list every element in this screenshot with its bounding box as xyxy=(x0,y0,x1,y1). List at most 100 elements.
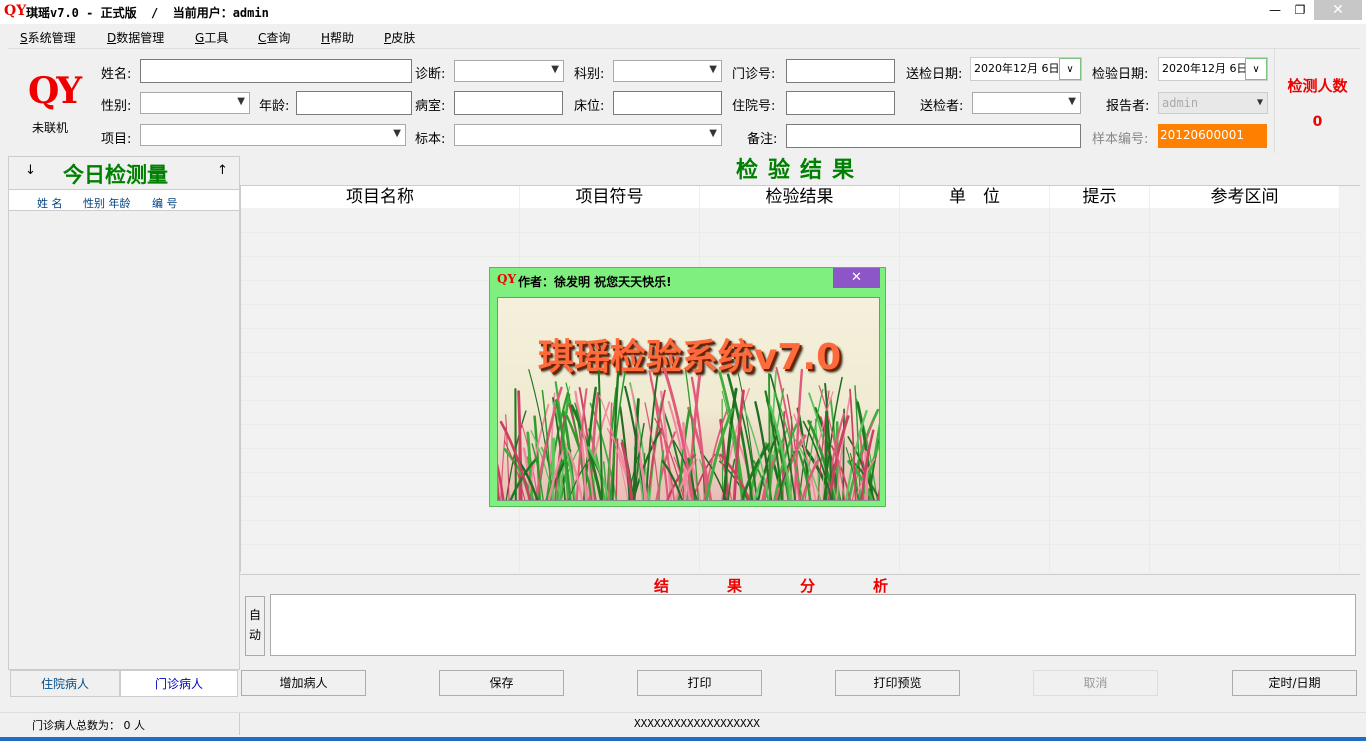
chevron-down-icon: ▼ xyxy=(709,128,717,139)
save-button[interactable]: 保存 xyxy=(439,670,564,696)
grass-blade xyxy=(721,398,724,500)
sender-label: 送检者: xyxy=(920,99,964,114)
menu-accelerator: S xyxy=(20,31,28,45)
col-unit[interactable]: 单 位 xyxy=(900,186,1050,208)
analysis-title: 结果分析 xyxy=(653,577,946,595)
reporter-select[interactable]: admin ▼ xyxy=(1158,92,1268,114)
app-logo-icon: QY xyxy=(4,3,27,19)
print-preview-button[interactable]: 打印预览 xyxy=(835,670,960,696)
dialog-logo-icon: QY xyxy=(497,272,517,286)
inpatient-no-label: 住院号: xyxy=(732,99,776,114)
col-reference-range[interactable]: 参考区间 xyxy=(1150,186,1340,208)
reporter-value: admin xyxy=(1162,96,1199,110)
today-tests-list[interactable] xyxy=(9,211,239,669)
restore-button[interactable]: ❐ xyxy=(1288,0,1312,20)
title-bar: QY 琪瑶v7.0 - 正式版 / 当前用户：admin — ❐ ✕ xyxy=(0,0,1366,24)
grid-row-line xyxy=(241,256,1361,257)
gender-select[interactable]: ▼ xyxy=(140,92,250,114)
sample-no-field[interactable]: 20120600001 xyxy=(1158,124,1267,148)
test-count-panel: 检测人数 0 xyxy=(1274,49,1360,153)
test-count-value: 0 xyxy=(1312,114,1323,130)
menu-label: 系统管理 xyxy=(27,31,76,45)
chevron-down-icon[interactable]: ∨ xyxy=(1059,58,1081,80)
col-gender-age: 性别 年龄 xyxy=(83,197,131,210)
menu-skin[interactable]: P皮肤 xyxy=(384,29,415,46)
status-message: XXXXXXXXXXXXXXXXXXX xyxy=(634,717,760,730)
close-button[interactable]: ✕ xyxy=(1314,0,1362,20)
item-label: 项目: xyxy=(101,132,132,147)
menu-accelerator: G xyxy=(195,31,205,45)
status-divider xyxy=(239,713,240,735)
menu-query[interactable]: C查询 xyxy=(258,29,290,46)
chevron-down-icon[interactable]: ∨ xyxy=(1245,58,1267,80)
today-tests-title: 今日检测量 xyxy=(63,163,168,187)
minimize-button[interactable]: — xyxy=(1262,0,1288,20)
taskbar-edge xyxy=(0,737,1366,741)
menu-label: 皮肤 xyxy=(391,31,416,45)
outpatient-no-input[interactable] xyxy=(786,59,895,83)
tab-outpatient[interactable]: 门诊病人 xyxy=(120,670,238,697)
analysis-textarea[interactable] xyxy=(270,594,1356,656)
menu-tools[interactable]: G工具 xyxy=(195,29,228,46)
grass-illustration xyxy=(498,366,879,500)
send-date-picker[interactable]: 2020年12月 6日 ∨ xyxy=(970,57,1082,81)
bed-input[interactable] xyxy=(613,91,722,115)
patient-type-tabs: 住院病人 门诊病人 xyxy=(8,670,240,698)
diagnosis-select[interactable]: ▼ xyxy=(454,60,564,82)
tab-inpatient[interactable]: 住院病人 xyxy=(10,670,120,697)
send-date-label: 送检日期: xyxy=(906,67,963,82)
col-number: 编 号 xyxy=(152,197,178,210)
name-label: 姓名: xyxy=(101,67,132,82)
dept-select[interactable]: ▼ xyxy=(613,60,722,82)
item-select[interactable]: ▼ xyxy=(140,124,406,146)
menu-help[interactable]: H帮助 xyxy=(321,29,354,46)
diagnosis-label: 诊断: xyxy=(415,67,446,82)
grid-row-line xyxy=(241,544,1361,545)
grass-blade xyxy=(790,416,793,500)
test-date-picker[interactable]: 2020年12月 6日 ∨ xyxy=(1158,57,1268,81)
sample-no-label: 样本编号: xyxy=(1092,132,1149,147)
menu-accelerator: H xyxy=(321,31,331,45)
timer-date-button[interactable]: 定时/日期 xyxy=(1232,670,1357,696)
grid-row-line xyxy=(241,232,1361,233)
menu-system[interactable]: S系统管理 xyxy=(20,29,76,46)
grass-blade xyxy=(551,437,555,500)
print-button[interactable]: 打印 xyxy=(637,670,762,696)
results-header: 检验结果 xyxy=(240,156,1360,186)
auto-analysis-button[interactable]: 自动 xyxy=(245,596,265,656)
chevron-down-icon: ▼ xyxy=(551,64,559,75)
menu-label: 帮助 xyxy=(330,31,355,45)
col-hint[interactable]: 提示 xyxy=(1050,186,1150,208)
add-patient-button[interactable]: 增加病人 xyxy=(241,670,366,696)
col-item-symbol[interactable]: 项目符号 xyxy=(520,186,700,208)
col-name: 姓 名 xyxy=(37,197,63,210)
specimen-label: 标本: xyxy=(415,132,446,147)
outpatient-no-label: 门诊号: xyxy=(732,67,776,82)
inpatient-no-input[interactable] xyxy=(786,91,895,115)
ward-input[interactable] xyxy=(454,91,563,115)
dept-label: 科别: xyxy=(574,67,605,82)
brand-logo-icon: QY xyxy=(28,70,82,112)
grid-column xyxy=(1050,208,1150,572)
col-item-name[interactable]: 项目名称 xyxy=(241,186,520,208)
sender-select[interactable]: ▼ xyxy=(972,92,1081,114)
today-tests-columns: 姓 名 性别 年龄 编 号 xyxy=(9,189,239,211)
menu-data[interactable]: D数据管理 xyxy=(107,29,164,46)
test-date-label: 检验日期: xyxy=(1092,67,1149,82)
chevron-down-icon: ▼ xyxy=(393,128,401,139)
cancel-button[interactable]: 取消 xyxy=(1033,670,1158,696)
note-input[interactable] xyxy=(786,124,1081,148)
chevron-down-icon: ▼ xyxy=(237,96,245,107)
outpatient-total: 门诊病人总数为： 0 人 xyxy=(32,719,145,732)
menu-accelerator: D xyxy=(107,31,117,45)
dialog-close-button[interactable]: ✕ xyxy=(833,268,880,288)
sort-down-icon[interactable]: ↓ xyxy=(25,163,36,178)
age-input[interactable] xyxy=(296,91,412,115)
name-input[interactable] xyxy=(140,59,412,83)
chevron-down-icon: ▼ xyxy=(1256,97,1263,108)
specimen-select[interactable]: ▼ xyxy=(454,124,722,146)
note-label: 备注: xyxy=(747,132,778,147)
ward-label: 病室: xyxy=(415,99,446,114)
col-result[interactable]: 检验结果 xyxy=(700,186,900,208)
sort-up-icon[interactable]: ↑ xyxy=(217,163,228,178)
